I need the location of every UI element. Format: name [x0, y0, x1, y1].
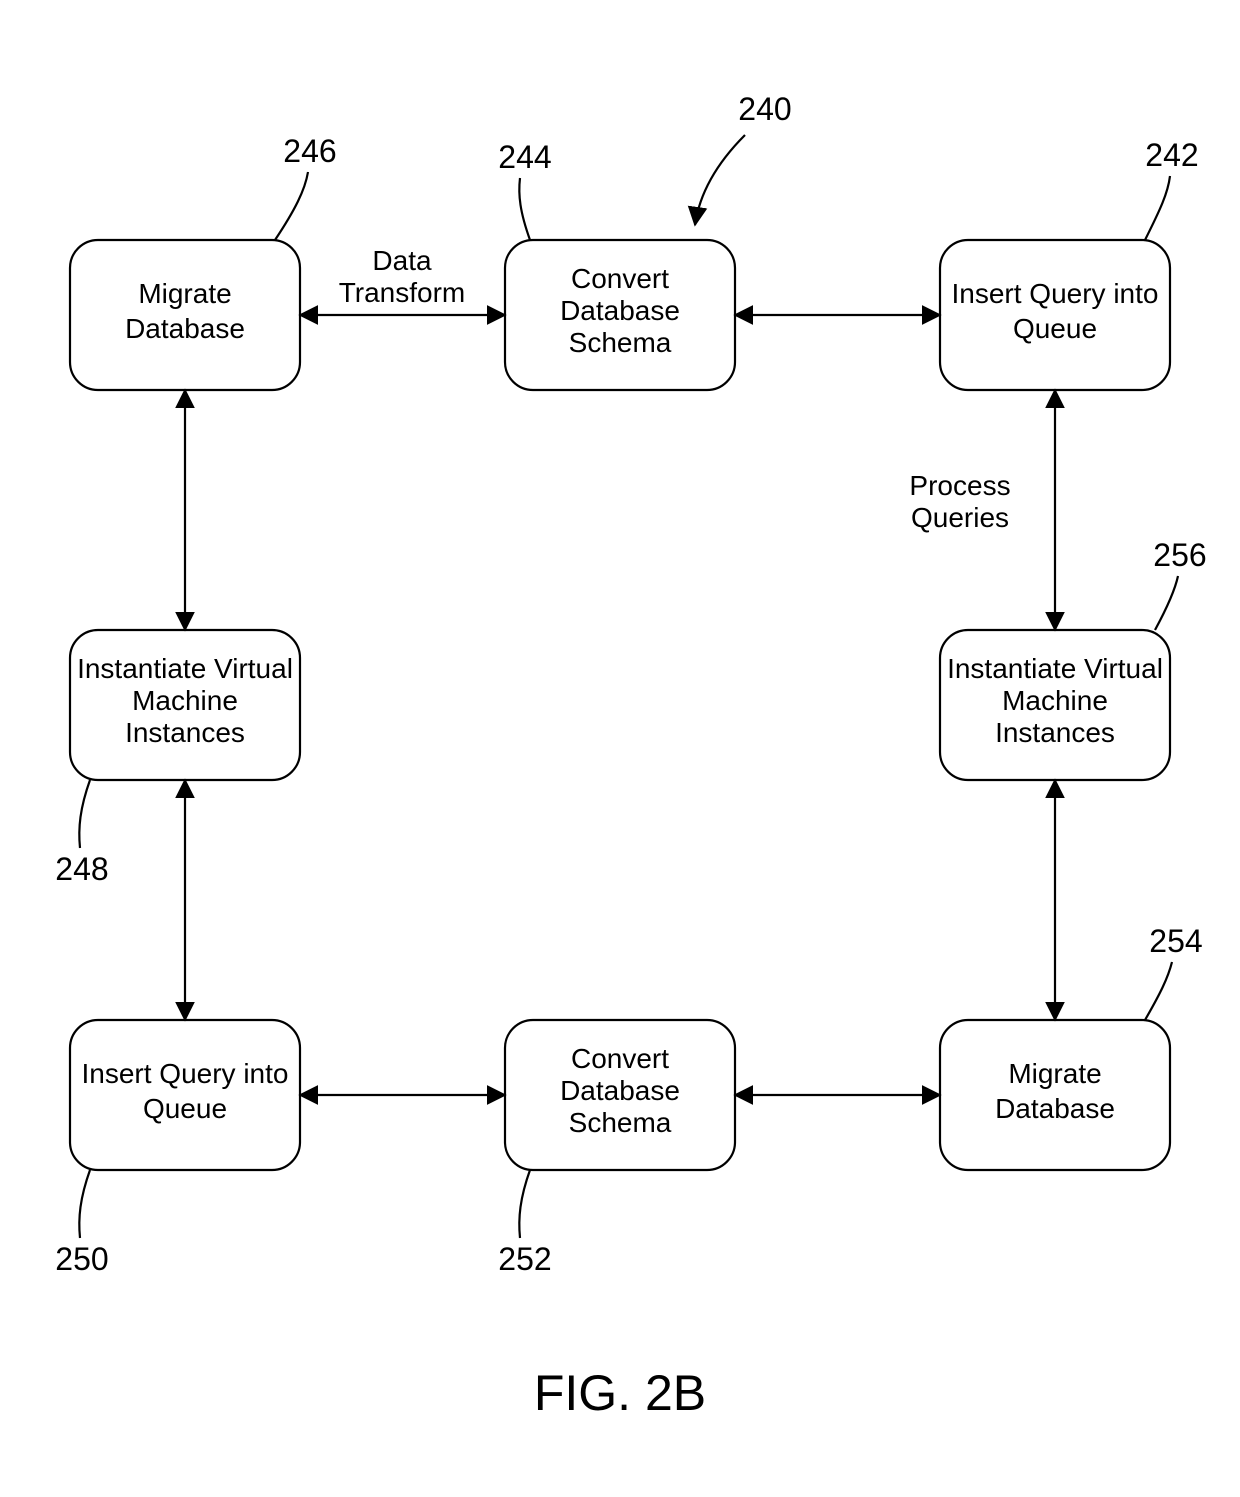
- node-244-line1: Convert: [571, 263, 669, 294]
- node-250-ref: 250: [55, 1241, 108, 1277]
- node-252-line3: Schema: [569, 1107, 672, 1138]
- node-252-ref: 252: [498, 1241, 551, 1277]
- node-256-ref: 256: [1153, 537, 1206, 573]
- node-254-line2: Database: [995, 1093, 1115, 1124]
- edge-242-256-label-line1: Process: [909, 470, 1010, 501]
- node-244-line2: Database: [560, 295, 680, 326]
- node-254-leader: [1145, 962, 1172, 1020]
- edge-246-244-label-line1: Data: [372, 245, 432, 276]
- node-246-ref: 246: [283, 133, 336, 169]
- node-248-line3: Instances: [125, 717, 245, 748]
- node-242-ref: 242: [1145, 137, 1198, 173]
- node-246-line2: Database: [125, 313, 245, 344]
- edge-242-256: Process Queries: [909, 390, 1055, 630]
- node-244-leader: [519, 178, 530, 240]
- global-ref-240-leader: [695, 135, 745, 225]
- node-256-leader: [1155, 576, 1178, 630]
- node-254-ref: 254: [1149, 923, 1202, 959]
- node-254-line1: Migrate: [1008, 1058, 1101, 1089]
- node-242: Insert Query into Queue 242: [940, 137, 1199, 390]
- node-248-line2: Machine: [132, 685, 238, 716]
- node-242-leader: [1145, 176, 1170, 240]
- global-ref-240-text: 240: [738, 91, 791, 127]
- edge-242-256-label-line2: Queries: [911, 502, 1009, 533]
- node-248-line1: Instantiate Virtual: [77, 653, 293, 684]
- node-242-line1: Insert Query into: [952, 278, 1159, 309]
- node-256: Instantiate Virtual Machine Instances 25…: [940, 537, 1207, 780]
- node-246-line1: Migrate: [138, 278, 231, 309]
- node-248-ref: 248: [55, 851, 108, 887]
- node-252: Convert Database Schema 252: [498, 1020, 735, 1277]
- node-254: Migrate Database 254: [940, 923, 1203, 1170]
- node-256-line1: Instantiate Virtual: [947, 653, 1163, 684]
- node-252-line2: Database: [560, 1075, 680, 1106]
- node-246-leader: [275, 172, 308, 240]
- node-250-line2: Queue: [143, 1093, 227, 1124]
- node-256-line2: Machine: [1002, 685, 1108, 716]
- node-250: Insert Query into Queue 250: [55, 1020, 300, 1277]
- node-252-leader: [519, 1170, 530, 1238]
- node-250-line1: Insert Query into: [82, 1058, 289, 1089]
- node-244: Convert Database Schema 244: [498, 139, 735, 390]
- node-250-leader: [79, 1170, 90, 1238]
- edge-246-244: Data Transform: [300, 245, 505, 315]
- figure-caption: FIG. 2B: [534, 1365, 706, 1421]
- global-ref-240: 240: [695, 91, 792, 225]
- node-244-line3: Schema: [569, 327, 672, 358]
- node-248-leader: [79, 780, 90, 848]
- node-248: Instantiate Virtual Machine Instances 24…: [55, 630, 300, 887]
- node-252-line1: Convert: [571, 1043, 669, 1074]
- node-256-line3: Instances: [995, 717, 1115, 748]
- node-246: Migrate Database 246: [70, 133, 337, 390]
- edge-246-244-label-line2: Transform: [339, 277, 466, 308]
- node-244-ref: 244: [498, 139, 551, 175]
- node-242-line2: Queue: [1013, 313, 1097, 344]
